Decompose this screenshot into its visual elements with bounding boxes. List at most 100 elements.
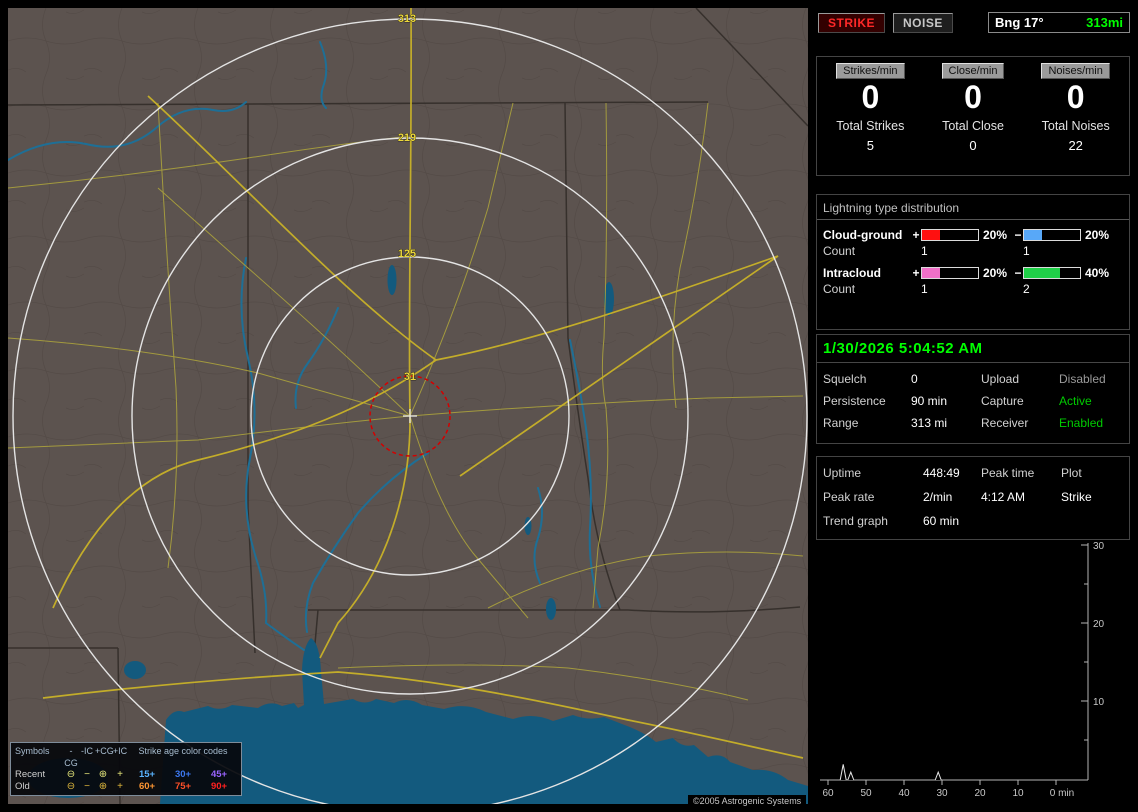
cg-negative-bar — [1023, 229, 1081, 241]
x-tick-40: 40 — [898, 788, 910, 799]
noises-per-min-button[interactable]: Noises/min — [1041, 63, 1110, 79]
x-tick-30: 30 — [936, 788, 948, 799]
plus-sign: + — [912, 228, 920, 242]
noises-per-min-value: 0 — [1066, 79, 1085, 115]
bar-fill — [922, 230, 940, 240]
ic-negative-percent: 40% — [1085, 266, 1110, 280]
bar-fill — [1024, 230, 1042, 240]
pos-cg-symbol: ⊕ — [98, 781, 108, 792]
legend-col-neg-ic: -IC — [81, 746, 93, 756]
y-tick-10: 10 — [1093, 697, 1105, 708]
total-noises-value: 22 — [1068, 137, 1083, 153]
peak-time-label: Peak time — [981, 466, 1035, 480]
status-panel: Uptime 448:49 Peak time Plot Peak rate 2… — [816, 456, 1130, 540]
x-tick-20: 20 — [974, 788, 986, 799]
x-tick-60: 60 — [822, 788, 834, 799]
peak-time-value: 4:12 AM — [981, 490, 1026, 504]
ic-positive-count: 1 — [921, 282, 928, 296]
ic-count-row: Count 1 2 — [817, 282, 1129, 296]
pos-cg-symbol: ⊕ — [98, 769, 108, 780]
noises-column: Noises/min 0 Total Noises 22 — [1024, 63, 1127, 169]
age-75: 75+ — [174, 781, 192, 792]
plot-value: Strike — [1061, 490, 1092, 504]
cg-positive-percent: 20% — [983, 228, 1008, 242]
trend-graph-value: 60 min — [923, 514, 960, 528]
upload-label: Upload — [981, 372, 1020, 386]
squelch-label: Squelch — [823, 372, 867, 386]
trend-graph-label: Trend graph — [823, 514, 888, 528]
trend-graph: 30 20 10 60 50 40 30 20 10 0 min — [820, 541, 1105, 799]
intracloud-label: Intracloud — [823, 266, 882, 280]
range-value: 313mi — [1086, 15, 1123, 30]
strike-indicator-button[interactable]: STRIKE — [818, 12, 886, 33]
radar-map: 313 219 125 31 — [8, 8, 808, 804]
settings-grid: Squelch 0 Upload Disabled Persistence 90… — [817, 363, 1129, 436]
legend-row-recent-label: Recent — [15, 769, 46, 780]
persistence-value: 90 min — [911, 394, 948, 408]
minus-sign: − — [1014, 266, 1022, 280]
rate-counters-panel: Strikes/min 0 Total Strikes 5 Close/min … — [816, 56, 1130, 176]
neg-ic-symbol: − — [84, 769, 90, 780]
ring-label-125: 125 — [398, 248, 416, 260]
ring-label-313: 313 — [398, 13, 416, 25]
squelch-value: 0 — [911, 372, 918, 386]
strikes-column: Strikes/min 0 Total Strikes 5 — [819, 63, 922, 169]
range-setting-value: 313 mi — [911, 416, 948, 430]
age-60: 60+ — [138, 781, 156, 792]
trend-axis-labels: 30 20 10 60 50 40 30 20 10 0 min — [822, 541, 1104, 799]
y-tick-30: 30 — [1093, 541, 1105, 552]
bar-fill — [922, 268, 940, 278]
lightning-distribution-panel: Lightning type distribution Cloud-ground… — [816, 194, 1130, 330]
persistence-label: Persistence — [823, 394, 886, 408]
pos-ic-symbol: + — [117, 781, 123, 792]
age-90: 90+ — [210, 781, 228, 792]
intracloud-row: Intracloud + 20% − 40% — [817, 266, 1129, 280]
close-per-min-button[interactable]: Close/min — [941, 63, 1005, 79]
legend-row-old-label: Old — [15, 781, 30, 792]
neg-cg-symbol: ⊖ — [66, 781, 76, 792]
trend-axes — [820, 543, 1089, 785]
datetime-display: 1/30/2026 5:04:52 AM — [817, 335, 1129, 363]
upload-status: Disabled — [1059, 372, 1106, 386]
receiver-status: Enabled — [1059, 416, 1104, 430]
ring-label-31: 31 — [404, 371, 416, 383]
close-column: Close/min 0 Total Close 0 — [922, 63, 1025, 169]
total-noises-label: Total Noises — [1041, 118, 1110, 133]
cg-positive-bar — [921, 229, 979, 241]
cg-negative-count: 1 — [1023, 244, 1030, 258]
cg-positive-count: 1 — [921, 244, 928, 258]
trend-spikes — [839, 764, 942, 781]
peak-rate-value: 2/min — [923, 490, 953, 504]
legend-symbols-header: Symbols — [15, 746, 50, 756]
uptime-label: Uptime — [823, 466, 862, 480]
bar-fill — [1024, 268, 1060, 278]
strikes-per-min-button[interactable]: Strikes/min — [836, 63, 905, 79]
legend-col-pos-ic: +IC — [112, 746, 128, 756]
range-label: Range — [823, 416, 859, 430]
bearing-value: Bng 17° — [995, 15, 1044, 30]
bearing-range-display: Bng 17° 313mi — [988, 12, 1130, 33]
neg-cg-symbol: ⊖ — [66, 769, 76, 780]
y-tick-20: 20 — [1093, 619, 1105, 630]
count-label: Count — [823, 282, 856, 296]
divider — [817, 219, 1129, 220]
count-label: Count — [823, 244, 856, 258]
ic-negative-count: 2 — [1023, 282, 1030, 296]
map-legend: Symbols -CG -IC +CG +IC Strike age color… — [10, 742, 242, 796]
distribution-title: Lightning type distribution — [823, 201, 960, 215]
neg-ic-symbol: − — [84, 781, 90, 792]
age-15: 15+ — [138, 769, 156, 780]
total-strikes-label: Total Strikes — [836, 118, 905, 133]
age-45: 45+ — [210, 769, 228, 780]
noise-indicator-button[interactable]: NOISE — [893, 12, 953, 33]
clock-settings-panel: 1/30/2026 5:04:52 AM Squelch 0 Upload Di… — [816, 334, 1130, 444]
uptime-value: 448:49 — [923, 466, 960, 480]
status-grid: Uptime 448:49 Peak time Plot Peak rate 2… — [817, 457, 1129, 528]
map-display[interactable]: 313 219 125 31 Symbols -CG -IC +CG +IC S… — [8, 8, 808, 804]
x-tick-0: 0 min — [1050, 788, 1074, 799]
legend-age-header: Strike age color codes — [138, 746, 228, 756]
cloud-ground-label: Cloud-ground — [823, 228, 903, 242]
peak-rate-label: Peak rate — [823, 490, 875, 504]
capture-status: Active — [1059, 394, 1092, 408]
ring-label-219: 219 — [398, 132, 416, 144]
